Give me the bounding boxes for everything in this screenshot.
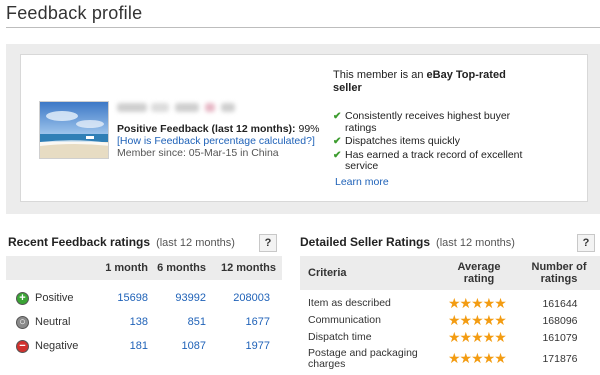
feedback-summary-panel: Positive Feedback (last 12 months): 99% … xyxy=(6,44,600,214)
star-rating-icon: ★★★★★ xyxy=(448,295,507,311)
minus-circle-icon: − xyxy=(16,340,29,353)
negative-1-month[interactable]: 181 xyxy=(130,340,148,352)
page-title: Feedback profile xyxy=(6,3,143,23)
rating-label: Negative xyxy=(35,340,79,352)
rating-count: 161644 xyxy=(542,298,578,310)
list-item: ✔ Consistently receives highest buyer rat… xyxy=(333,110,511,134)
member-since: Member since: 05-Mar-15 in China xyxy=(117,147,279,159)
neutral-1-month[interactable]: 138 xyxy=(130,316,148,328)
recent-help-button[interactable]: ? xyxy=(259,234,277,252)
positive-1-month[interactable]: 15698 xyxy=(117,292,148,304)
rating-label: Neutral xyxy=(35,316,71,328)
positive-feedback-percent: 99% xyxy=(298,123,320,135)
recent-feedback-heading: Recent Feedback ratings (last 12 months) xyxy=(8,235,235,249)
table-row: Item as described ★★★★★ 161644 xyxy=(300,296,600,313)
profile-info: Positive Feedback (last 12 months): 99% … xyxy=(117,123,327,159)
col-1-month: 1 month xyxy=(105,262,148,274)
positive-6-months[interactable]: 93992 xyxy=(175,292,206,304)
neutral-12-months[interactable]: 1677 xyxy=(246,316,270,328)
table-row: Dispatch time ★★★★★ 161079 xyxy=(300,330,600,347)
rating-count: 161079 xyxy=(542,332,578,344)
criteria-label: Item as described xyxy=(308,297,391,309)
title-divider xyxy=(6,27,600,28)
checkmark-icon: ✔ xyxy=(333,149,342,161)
star-rating-icon: ★★★★★ xyxy=(448,350,507,366)
col-number-of-ratings: Number of ratings xyxy=(531,261,587,285)
seller-avatar[interactable] xyxy=(39,101,109,159)
negative-6-months[interactable]: 1087 xyxy=(182,340,206,352)
criteria-label: Dispatch time xyxy=(308,331,372,343)
checkmark-icon: ✔ xyxy=(333,111,342,122)
criteria-label: Postage and packaging charges xyxy=(308,347,418,370)
feedback-calc-link[interactable]: [How is Feedback percentage calculated?] xyxy=(117,135,315,147)
star-rating-icon: ★★★★★ xyxy=(448,312,507,328)
rating-count: 168096 xyxy=(542,315,578,327)
seller-username-blurred[interactable] xyxy=(117,101,245,113)
table-row: − Negative 181 1087 1977 xyxy=(6,337,282,359)
top-rated-heading: This member is an eBay Top-rated seller xyxy=(333,69,523,95)
negative-12-months[interactable]: 1977 xyxy=(246,340,270,352)
criteria-label: Communication xyxy=(308,314,381,326)
feedback-summary-card: Positive Feedback (last 12 months): 99% … xyxy=(20,54,588,202)
positive-feedback-line: Positive Feedback (last 12 months): 99% xyxy=(117,123,327,135)
col-12-months: 12 months xyxy=(220,262,276,274)
table-row: Postage and packaging charges ★★★★★ 1718… xyxy=(300,347,600,373)
rating-count: 171876 xyxy=(542,353,578,365)
col-average-rating: Average rating xyxy=(457,261,501,285)
rating-label: Positive xyxy=(35,292,74,304)
table-row: + Positive 15698 93992 208003 xyxy=(6,289,282,311)
top-rated-points: ✔ Consistently receives highest buyer rat… xyxy=(333,110,523,175)
list-item: ✔ Has earned a track record of excellent … xyxy=(333,148,523,172)
recent-feedback-period: (last 12 months) xyxy=(156,237,235,249)
list-item: ✔ Dispatches items quickly xyxy=(333,135,460,147)
neutral-circle-icon: ○ xyxy=(16,316,29,329)
top-rated-intro: This member is an xyxy=(333,69,427,81)
col-6-months: 6 months xyxy=(157,262,206,274)
learn-more-link[interactable]: Learn more xyxy=(335,176,389,188)
recent-table-header: 1 month 6 months 12 months xyxy=(6,256,282,280)
neutral-6-months[interactable]: 851 xyxy=(188,316,206,328)
dsr-period: (last 12 months) xyxy=(436,237,515,249)
star-rating-icon: ★★★★★ xyxy=(448,329,507,345)
plus-circle-icon: + xyxy=(16,292,29,305)
positive-feedback-label: Positive Feedback (last 12 months): xyxy=(117,123,296,135)
table-row: ○ Neutral 138 851 1677 xyxy=(6,313,282,335)
dsr-help-button[interactable]: ? xyxy=(577,234,595,252)
col-criteria: Criteria xyxy=(308,267,347,279)
positive-12-months[interactable]: 208003 xyxy=(233,292,270,304)
table-row: Communication ★★★★★ 168096 xyxy=(300,313,600,330)
dsr-table-header: Criteria Average rating Number of rating… xyxy=(300,256,600,290)
checkmark-icon: ✔ xyxy=(333,136,342,147)
beach-photo-icon xyxy=(40,102,108,158)
dsr-heading: Detailed Seller Ratings (last 12 months) xyxy=(300,235,515,249)
